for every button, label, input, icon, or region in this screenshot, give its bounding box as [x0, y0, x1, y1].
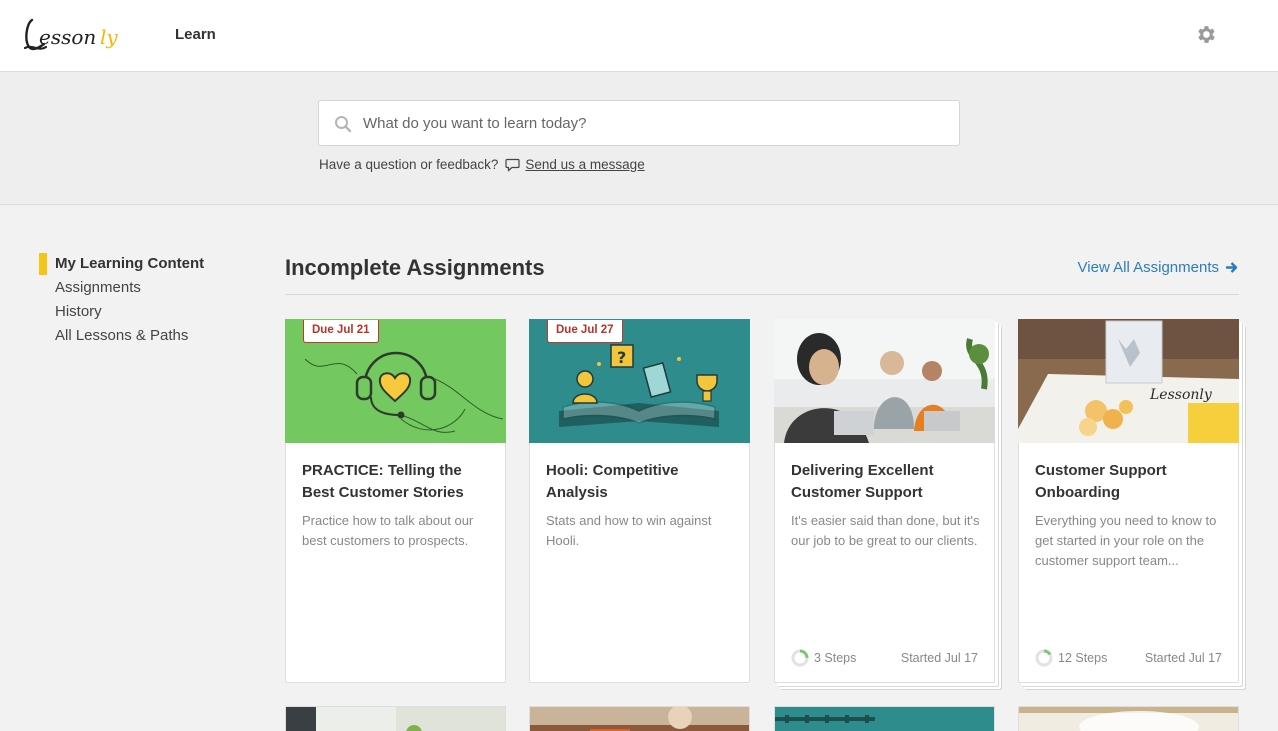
sidebar-item-all-lessons-paths[interactable]: All Lessons & Paths	[39, 325, 259, 349]
started-date: Started Jul 17	[1144, 651, 1222, 665]
card-description: Everything you need to know to get start…	[1035, 513, 1217, 568]
card-title: Hooli: Competitive Analysis	[546, 462, 679, 501]
welcome-box-photo: Lessonly	[1018, 319, 1239, 443]
card-description: It's easier said than done, but it's our…	[791, 513, 980, 548]
section-divider	[285, 294, 1239, 295]
search-box[interactable]	[318, 100, 960, 146]
due-badge: Due Jul 27	[547, 320, 623, 343]
nav-learn[interactable]: Learn	[175, 26, 216, 43]
card-footer: 3 Steps Started Jul 17	[791, 649, 978, 667]
lessonly-logo[interactable]: esson ly	[22, 14, 128, 56]
card-title: Customer Support Onboarding	[1035, 462, 1167, 501]
view-all-assignments-link[interactable]: View All Assignments	[1078, 259, 1238, 276]
send-message-link[interactable]: Send us a message	[525, 157, 644, 172]
steps-count: 12 Steps	[1058, 651, 1108, 665]
steps-info: 12 Steps	[1035, 649, 1107, 667]
support-team-photo	[774, 319, 995, 443]
feedback-row: Have a question or feedback? Send us a m…	[319, 157, 645, 172]
sidebar-item-history[interactable]: History	[39, 301, 259, 325]
progress-ring-icon	[791, 649, 809, 667]
progress-ring-icon	[1035, 649, 1053, 667]
search-input[interactable]	[363, 101, 953, 145]
arrow-right-icon	[1226, 262, 1238, 273]
card-footer: 12 Steps Started Jul 17	[1035, 649, 1222, 667]
sidebar-nav: My Learning Content Assignments History …	[39, 253, 259, 349]
view-all-label: View All Assignments	[1077, 259, 1219, 276]
card-image-partial	[1019, 707, 1238, 731]
svg-text:?: ?	[617, 348, 626, 367]
sidebar-item-my-learning-content[interactable]: My Learning Content	[39, 253, 259, 277]
assignment-card[interactable]: Delivering Excellent Customer Support It…	[774, 319, 995, 683]
card-description: Stats and how to win against Hooli.	[546, 513, 712, 548]
top-bar: esson ly Learn	[0, 0, 1278, 72]
assignment-card-partial[interactable]	[285, 706, 506, 731]
feedback-prompt: Have a question or feedback?	[319, 157, 499, 172]
assignment-card[interactable]: ? Due Jul 27 Hooli: Competitive Analysis…	[529, 319, 750, 683]
svg-text:Lessonly: Lessonly	[1149, 387, 1213, 403]
card-description: Practice how to talk about our best cust…	[302, 513, 474, 548]
section-title: Incomplete Assignments	[285, 255, 545, 280]
card-image-partial	[530, 707, 749, 731]
search-icon	[335, 116, 352, 133]
assignment-card-partial[interactable]	[774, 706, 995, 731]
started-date: Started Jul 17	[900, 651, 978, 665]
card-image	[774, 319, 995, 443]
assignment-card[interactable]: Lessonly Customer Support Onboarding Eve…	[1018, 319, 1239, 683]
card-title: Delivering Excellent Customer Support	[791, 462, 934, 501]
card-image-partial	[286, 707, 505, 731]
svg-text:ly: ly	[100, 25, 118, 49]
assignment-card-partial[interactable]	[529, 706, 750, 731]
card-image-partial	[775, 707, 994, 731]
sidebar-item-assignments[interactable]: Assignments	[39, 277, 259, 301]
settings-gear-icon[interactable]	[1194, 23, 1217, 46]
chat-bubble-icon	[505, 158, 520, 172]
due-badge: Due Jul 21	[303, 320, 379, 343]
steps-count: 3 Steps	[814, 651, 857, 665]
svg-text:esson: esson	[39, 25, 96, 49]
search-band: Have a question or feedback? Send us a m…	[0, 72, 1278, 205]
assignment-card[interactable]: Due Jul 21 PRACTICE: Telling the Best Cu…	[285, 319, 506, 683]
assignment-card-partial[interactable]	[1018, 706, 1239, 731]
steps-info: 3 Steps	[791, 649, 856, 667]
card-title: PRACTICE: Telling the Best Customer Stor…	[302, 462, 464, 501]
card-image: Lessonly	[1018, 319, 1239, 443]
